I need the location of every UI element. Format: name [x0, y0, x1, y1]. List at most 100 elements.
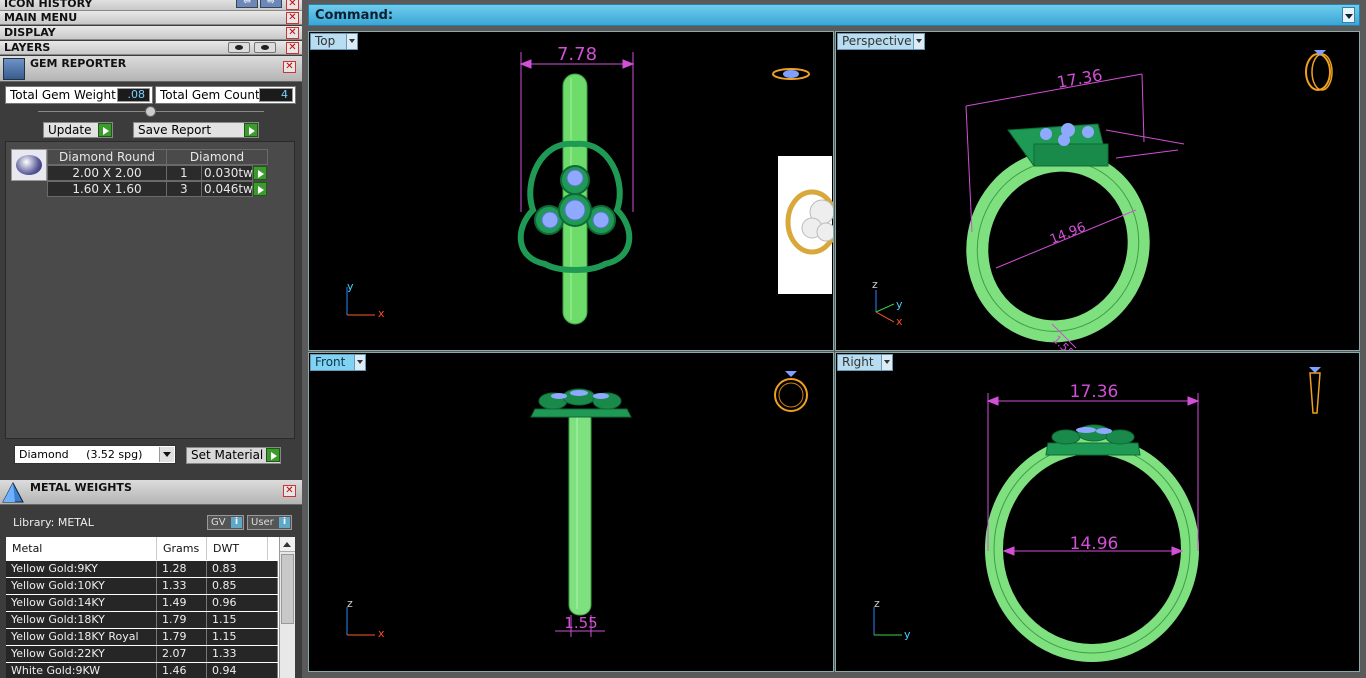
viewport-label: Front — [315, 355, 346, 369]
close-icon[interactable]: ✕ — [286, 42, 299, 54]
dimension-inner: 14.96 — [1048, 220, 1088, 248]
gem-material-header: Diamond — [166, 149, 268, 165]
metal-dwt: 1.15 — [207, 612, 278, 628]
axis-y-label: y — [896, 298, 903, 311]
command-bar[interactable]: Command: — [308, 4, 1360, 26]
play-icon[interactable] — [253, 182, 267, 196]
top-view-canvas: 7.78 y x — [346, 44, 833, 325]
gem-cut-header: Diamond Round — [47, 149, 167, 165]
chevron-down-icon[interactable] — [881, 355, 892, 370]
gem-weight: 0.030tw — [201, 165, 253, 181]
chevron-down-icon[interactable] — [354, 355, 365, 370]
user-button[interactable]: User i — [247, 515, 292, 530]
gem-size: 2.00 X 2.00 — [47, 165, 167, 181]
eye-icon[interactable] — [254, 42, 276, 53]
layer-shade-icon[interactable] — [228, 42, 250, 53]
chevron-down-icon[interactable] — [346, 34, 357, 49]
table-row[interactable]: Yellow Gold:10KY 1.33 0.85 — [6, 578, 278, 595]
viewport-top[interactable]: 7.78 y x Top — [308, 31, 834, 351]
table-row[interactable]: Yellow Gold:14KY 1.49 0.96 — [6, 595, 278, 612]
metal-name: Yellow Gold:10KY — [6, 578, 157, 594]
table-row[interactable]: Yellow Gold:9KY 1.28 0.83 — [6, 561, 278, 578]
tab-perspective-view[interactable]: Perspective — [837, 33, 925, 50]
axis-y-label: y — [347, 280, 354, 293]
axis-z-label: z — [874, 597, 880, 610]
metal-grams: 1.79 — [157, 612, 207, 628]
column-header-grams[interactable]: Grams — [157, 537, 207, 560]
gv-button[interactable]: GV i — [207, 515, 244, 530]
gem-reporter-title: GEM REPORTER — [30, 57, 127, 70]
dimension-outer: 17.36 — [1055, 65, 1103, 92]
update-button[interactable]: Update — [43, 122, 113, 138]
icon-history-bar[interactable]: ICON HISTORY ⇦ ⇨ ✕ — [0, 0, 302, 11]
metal-dwt: 1.33 — [207, 646, 278, 662]
table-row[interactable]: Yellow Gold:18KY Royal 1.79 1.15 — [6, 629, 278, 646]
metal-name: Yellow Gold:9KY — [6, 561, 157, 577]
column-header-dwt[interactable]: DWT — [207, 537, 268, 560]
close-icon[interactable]: ✕ — [286, 0, 299, 10]
dimension-width: 7.78 — [557, 44, 597, 65]
viewport-perspective[interactable]: 17.36 14.96 1.55 z y x Perspective — [835, 31, 1360, 351]
display-bar[interactable]: DISPLAY ✕ — [0, 26, 302, 40]
metal-dwt: 0.96 — [207, 595, 278, 611]
total-gem-weight-label: Total Gem Weight — [10, 88, 116, 102]
main-menu-bar[interactable]: MAIN MENU ✕ — [0, 11, 302, 25]
splitter-handle-icon[interactable] — [145, 106, 156, 117]
user-label: User — [251, 517, 274, 528]
tab-top-view[interactable]: Top — [310, 33, 358, 50]
diamond-round-icon[interactable] — [11, 149, 47, 181]
gem-list: Diamond Round Diamond 2.00 X 2.00 1 0.03… — [5, 141, 295, 439]
close-icon[interactable]: ✕ — [283, 61, 296, 73]
scrollbar[interactable] — [279, 537, 295, 678]
metal-weights-panel: METAL WEIGHTS ✕ Library: METAL GV i User… — [0, 480, 302, 678]
viewport-label: Perspective — [842, 34, 912, 48]
layers-bar[interactable]: LAYERS ✕ — [0, 41, 302, 55]
info-icon: i — [279, 517, 290, 528]
chevron-down-icon[interactable] — [159, 447, 174, 462]
right-view-canvas: 17.36 14.96 z y — [873, 367, 1321, 662]
metal-table: Metal Grams DWT Yellow Gold:9KY 1.28 0.8… — [6, 537, 295, 678]
table-row[interactable]: White Gold:9KW 1.46 0.94 — [6, 663, 278, 678]
main-menu-label: MAIN MENU — [4, 11, 78, 24]
gv-label: GV — [211, 517, 226, 528]
layers-label: LAYERS — [4, 41, 51, 54]
set-material-button[interactable]: Set Material — [186, 447, 281, 464]
ring-thumbnail-icon — [772, 68, 810, 80]
set-material-label: Set Material — [191, 448, 264, 462]
tab-right-view[interactable]: Right — [837, 354, 893, 371]
display-label: DISPLAY — [4, 26, 56, 39]
axis-y-label: y — [904, 628, 911, 641]
close-icon[interactable]: ✕ — [286, 27, 299, 39]
material-select[interactable]: Diamond (3.52 spg) — [14, 445, 176, 464]
scroll-up-icon[interactable] — [280, 537, 295, 552]
viewport-right[interactable]: 17.36 14.96 z y Right — [835, 352, 1360, 672]
gem-reporter-icon — [3, 58, 25, 80]
gem-weight: 0.046tw — [201, 181, 253, 197]
total-gem-weight-row: Total Gem Weight .08 — [5, 86, 153, 104]
column-header-metal[interactable]: Metal — [6, 537, 157, 560]
close-icon[interactable]: ✕ — [283, 485, 296, 497]
viewport-front[interactable]: 1.55 z x Front — [308, 352, 834, 672]
forward-arrow-icon[interactable]: ⇨ — [260, 0, 282, 8]
table-row[interactable]: Yellow Gold:22KY 2.07 1.33 — [6, 646, 278, 663]
close-icon[interactable]: ✕ — [286, 12, 299, 24]
metal-name: Yellow Gold:18KY Royal — [6, 629, 157, 645]
tab-front-view[interactable]: Front — [310, 354, 366, 371]
table-row[interactable]: Yellow Gold:18KY 1.79 1.15 — [6, 612, 278, 629]
metal-grams: 2.07 — [157, 646, 207, 662]
play-icon[interactable] — [253, 166, 267, 180]
metal-name: Yellow Gold:14KY — [6, 595, 157, 611]
scroll-thumb[interactable] — [281, 554, 294, 624]
ring-thumbnail-icon — [1309, 367, 1321, 414]
back-arrow-icon[interactable]: ⇦ — [236, 0, 258, 8]
axis-z-label: z — [347, 597, 353, 610]
info-icon: i — [231, 517, 242, 528]
chevron-down-icon[interactable] — [1342, 7, 1355, 23]
ring-thumbnail-icon — [1305, 50, 1333, 91]
axis-z-label: z — [872, 278, 878, 291]
metal-name: Yellow Gold:22KY — [6, 646, 157, 662]
save-report-button[interactable]: Save Report — [133, 122, 259, 138]
metal-grams: 1.28 — [157, 561, 207, 577]
chevron-down-icon[interactable] — [913, 34, 924, 49]
front-view-canvas: 1.55 z x — [346, 371, 808, 640]
